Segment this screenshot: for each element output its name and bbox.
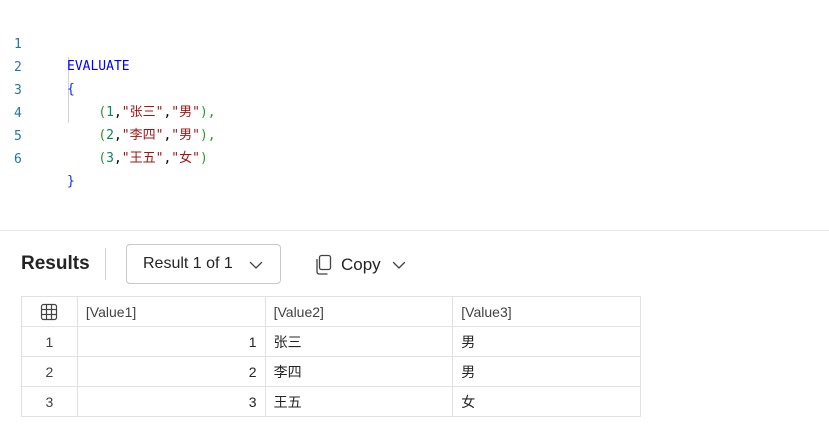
chevron-down-icon <box>249 261 263 269</box>
toolbar-separator <box>105 248 106 280</box>
code-line-5: 5 (3,"王五","女") <box>0 104 829 166</box>
copy-button[interactable]: Copy <box>314 250 407 280</box>
results-grid: [Value1] [Value2] [Value3] 1 1 张三 男 2 2 … <box>21 296 641 417</box>
code-line-2: 2 { <box>0 35 829 97</box>
select-all-cell[interactable] <box>21 296 78 327</box>
code-line-3: 3 (1,"张三","男"), <box>0 58 829 120</box>
row-number[interactable]: 1 <box>21 326 78 357</box>
code-editor[interactable]: 1 EVALUATE 2 { 3 (1,"张三","男"), 4 (2,"李四"… <box>0 0 829 230</box>
grid-cell[interactable]: 男 <box>452 326 641 357</box>
table-row: 2 2 李四 男 <box>21 356 641 387</box>
chevron-down-icon[interactable] <box>391 257 407 273</box>
code-string: "女" <box>171 151 200 166</box>
code-string: "王五" <box>121 151 164 166</box>
row-number[interactable]: 2 <box>21 356 78 387</box>
result-selector-dropdown[interactable]: Result 1 of 1 <box>126 244 281 284</box>
grid-cell[interactable]: 女 <box>452 386 641 417</box>
code-trail: ) <box>199 151 208 166</box>
copy-label: Copy <box>341 255 381 274</box>
code-line-4: 4 (2,"李四","男"), <box>0 81 829 143</box>
grid-cell[interactable]: 3 <box>76 386 266 417</box>
pane-divider[interactable] <box>0 230 829 231</box>
row-number[interactable]: 3 <box>21 386 78 417</box>
line-number: 6 <box>14 152 22 167</box>
code-line-1: 1 EVALUATE <box>0 12 829 74</box>
grid-cell[interactable]: 2 <box>76 356 266 387</box>
table-row: 1 1 张三 男 <box>21 326 641 357</box>
column-header-value3[interactable]: [Value3] <box>452 296 641 327</box>
code-line-6: 6 } <box>0 127 829 189</box>
copy-icon <box>316 254 332 275</box>
table-row: 3 3 王五 女 <box>21 386 641 417</box>
grid-cell[interactable]: 张三 <box>264 326 454 357</box>
grid-cell[interactable]: 李四 <box>264 356 454 387</box>
close-brace: } <box>67 174 75 189</box>
table-grid-icon <box>41 303 58 320</box>
column-header-value1[interactable]: [Value1] <box>76 296 266 327</box>
results-title: Results <box>21 253 90 274</box>
grid-cell[interactable]: 王五 <box>264 386 454 417</box>
column-header-value2[interactable]: [Value2] <box>264 296 454 327</box>
grid-cell[interactable]: 男 <box>452 356 641 387</box>
grid-header-row: [Value1] [Value2] [Value3] <box>21 296 641 327</box>
grid-cell[interactable]: 1 <box>76 326 266 357</box>
code-number: 3 <box>106 151 114 166</box>
result-selector-label: Result 1 of 1 <box>143 255 233 272</box>
